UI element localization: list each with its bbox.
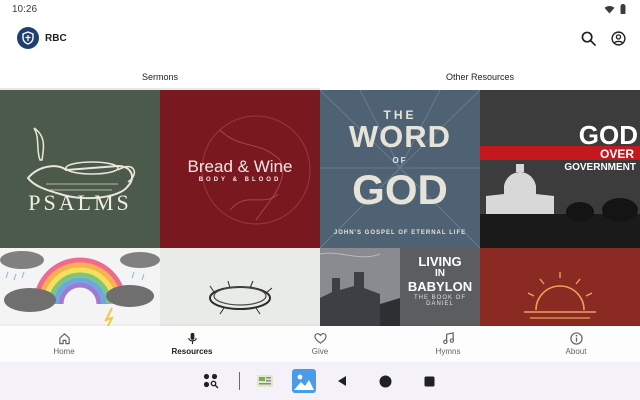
sermon-title-babylon-line-3: BABYLON — [407, 279, 473, 294]
crown-of-thorns-illustration — [209, 280, 273, 315]
sermon-title-word-of-god-line-3: OF — [392, 156, 408, 165]
sunrise-illustration — [524, 272, 596, 319]
sermon-title-god-over-government-line-2: OVER — [599, 147, 634, 161]
heart-icon — [313, 333, 327, 344]
app-bar: RBC — [0, 18, 640, 58]
sermon-subtitle-bread-and-wine: BODY & BLOOD — [198, 177, 282, 183]
gallery-app-icon[interactable] — [291, 369, 316, 393]
nav-item-about[interactable]: About — [512, 326, 640, 362]
bottom-navigation: Home Resources Give Hymns About — [0, 326, 640, 362]
nav-label-resources: Resources — [171, 347, 213, 356]
pinned-app-1-icon[interactable] — [254, 370, 276, 392]
music-note-icon — [442, 332, 454, 345]
nav-label-give: Give — [311, 347, 329, 356]
sermon-series-grid: PSALMS Bread & Wine BODY & BLOOD THE WOR… — [0, 90, 640, 326]
recents-icon[interactable] — [420, 371, 440, 391]
nav-label-hymns: Hymns — [435, 347, 461, 356]
shield-logo-icon — [17, 27, 39, 49]
app-drawer-icon[interactable] — [201, 371, 221, 391]
nav-item-home[interactable]: Home — [0, 326, 128, 362]
sermon-subtitle-word-of-god: JOHN'S GOSPEL OF ETERNAL LIFE — [333, 230, 467, 236]
nav-item-give[interactable]: Give — [256, 326, 384, 362]
status-bar: 10:26 — [0, 0, 640, 18]
app-actions — [580, 30, 626, 46]
sermon-card-word-of-god[interactable]: THE WORD OF GOD JOHN'S GOSPEL OF ETERNAL… — [320, 90, 480, 248]
sermon-title-babylon-line-1: LIVING — [418, 254, 462, 269]
sermon-subtitle-babylon: THE BOOK OF DANIEL — [413, 295, 466, 307]
nav-item-resources[interactable]: Resources — [128, 326, 256, 362]
home-icon — [58, 333, 70, 345]
tab-other-resources[interactable]: Other Resources — [320, 64, 640, 90]
sermon-card-rainbow[interactable] — [0, 248, 160, 326]
sermon-card-crown-of-thorns[interactable] — [160, 248, 320, 326]
account-circle-icon[interactable] — [610, 30, 626, 46]
sermon-card-psalms[interactable]: PSALMS — [0, 90, 160, 248]
sermon-title-bread-and-wine: Bread & Wine — [187, 157, 293, 176]
nav-label-about: About — [565, 347, 587, 356]
sermon-title-psalms: PSALMS — [28, 190, 132, 215]
status-icons — [604, 4, 626, 14]
back-icon[interactable] — [332, 371, 352, 391]
home-circle-icon[interactable] — [376, 371, 396, 391]
oil-lamp-illustration — [26, 127, 136, 200]
sermon-title-word-of-god-line-2: WORD — [348, 119, 452, 154]
info-icon — [569, 332, 583, 345]
battery-icon — [620, 4, 626, 14]
sermon-card-god-over-government[interactable]: GOD OVER GOVERNMENT — [480, 90, 640, 248]
system-navigation-bar — [0, 362, 640, 400]
app-title: RBC — [45, 32, 67, 44]
sermon-title-word-of-god-line-4: GOD — [352, 166, 448, 213]
rainbow-illustration — [0, 251, 160, 326]
nav-divider — [238, 372, 240, 390]
sermon-card-bread-and-wine[interactable]: Bread & Wine BODY & BLOOD — [160, 90, 320, 248]
wifi-icon — [604, 5, 615, 14]
microphone-icon — [187, 332, 197, 345]
nav-label-home: Home — [53, 347, 75, 356]
sermon-title-god-over-government-line-3: GOVERNMENT — [564, 162, 636, 173]
sermon-card-sunrise[interactable] — [480, 248, 640, 326]
search-icon[interactable] — [580, 30, 596, 46]
sermon-title-babylon-line-2: IN — [435, 268, 445, 279]
sermon-card-living-in-babylon[interactable]: LIVING IN BABYLON THE BOOK OF DANIEL — [320, 248, 480, 326]
tab-bar: Sermons Other Resources — [0, 64, 640, 90]
tab-sermons[interactable]: Sermons — [0, 64, 320, 90]
nav-item-hymns[interactable]: Hymns — [384, 326, 512, 362]
status-time: 10:26 — [12, 3, 38, 15]
